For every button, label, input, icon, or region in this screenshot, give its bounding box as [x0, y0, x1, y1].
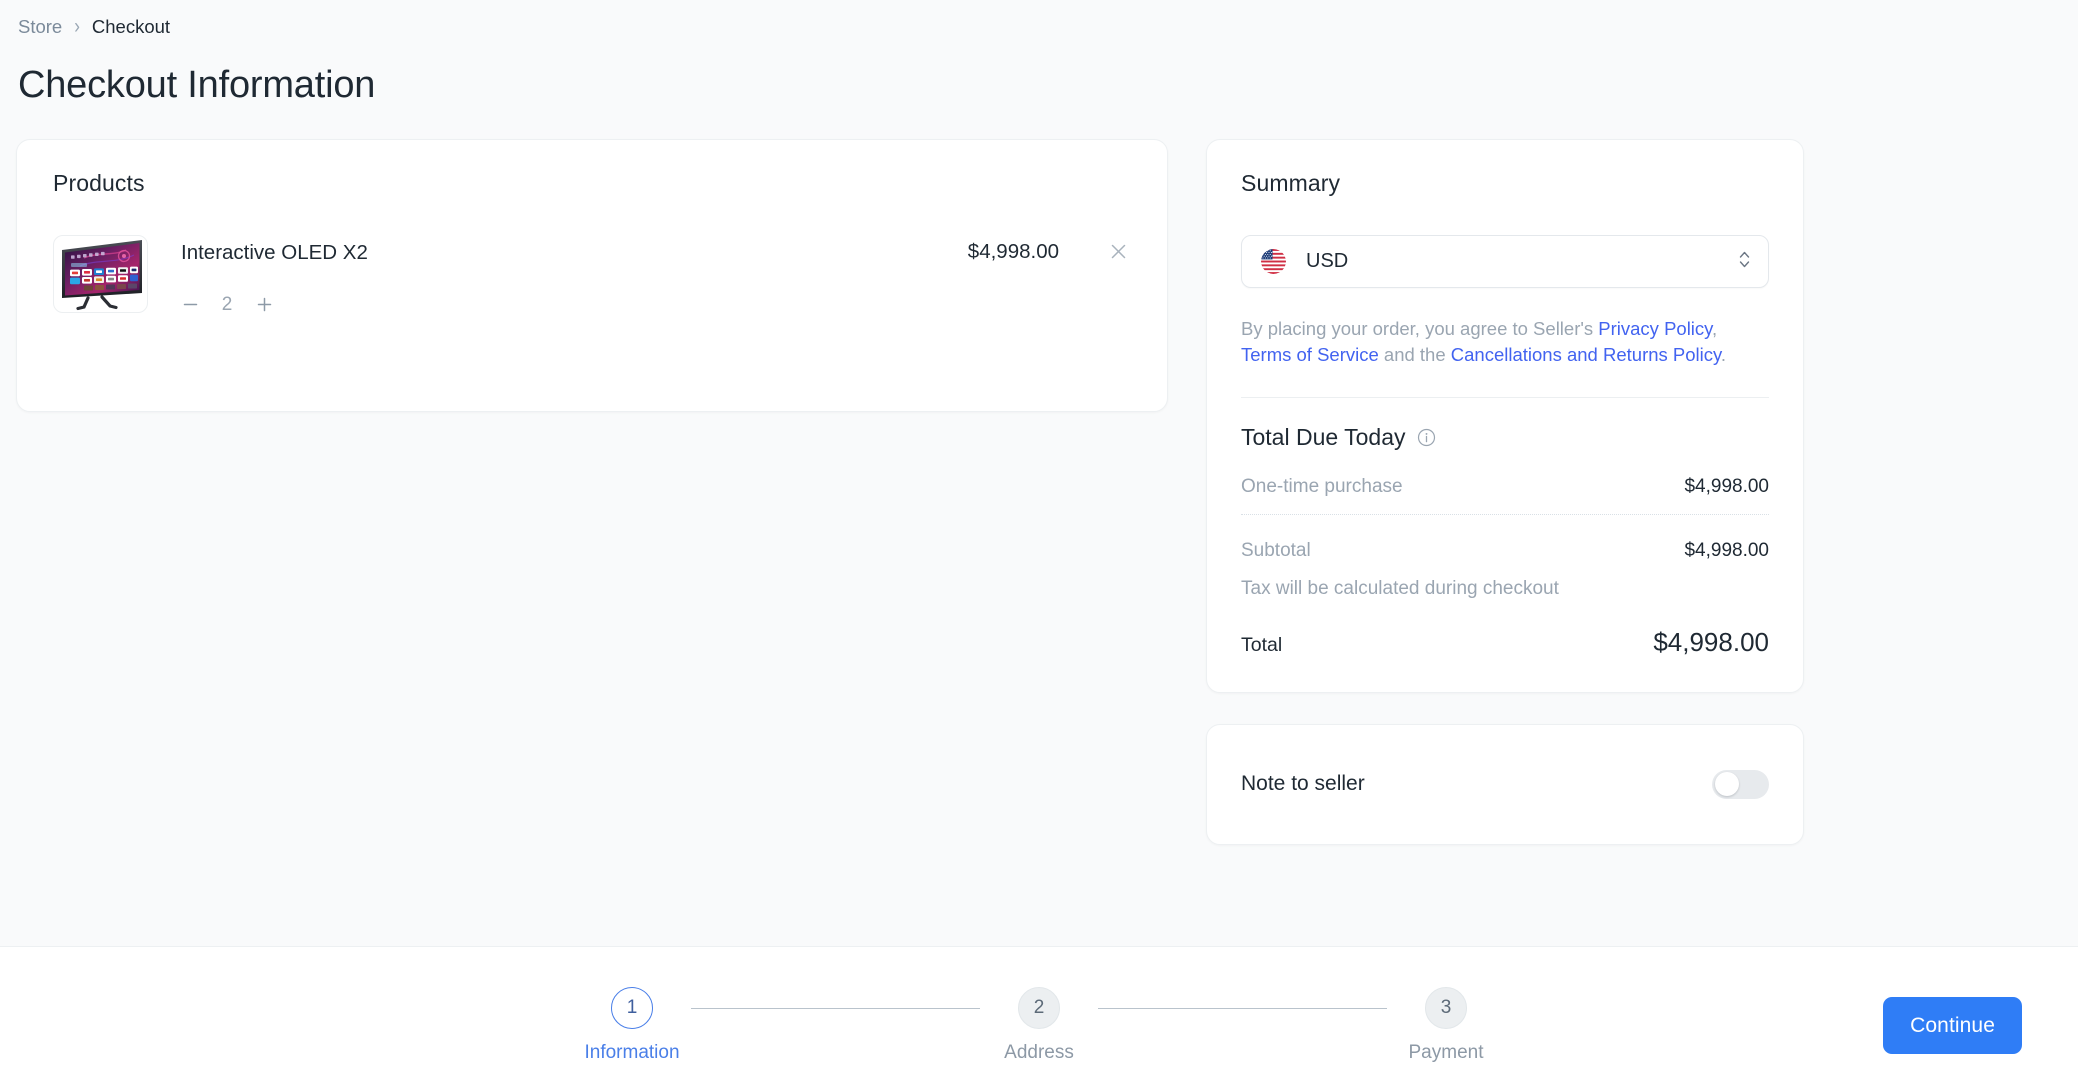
- line-value: $4,998.00: [1684, 539, 1769, 561]
- note-to-seller-label: Note to seller: [1241, 772, 1365, 796]
- breadcrumb-item-checkout: Checkout: [91, 16, 171, 37]
- stepper-step-payment[interactable]: 3 Payment: [1387, 986, 1505, 1064]
- breadcrumb-separator-icon: ›: [74, 14, 80, 39]
- legal-comma: ,: [1712, 318, 1718, 340]
- grand-total-value: $4,998.00: [1653, 626, 1769, 657]
- legal-middle: and the: [1378, 344, 1451, 366]
- step-number: 3: [1425, 986, 1467, 1029]
- total-line-subtotal: Subtotal $4,998.00: [1241, 540, 1769, 562]
- toggle-knob: [1715, 772, 1739, 797]
- info-icon[interactable]: [1417, 428, 1436, 447]
- quantity-value: 2: [221, 293, 233, 315]
- close-icon: [1111, 244, 1125, 258]
- decrease-quantity-button[interactable]: [177, 292, 203, 318]
- page-title: Checkout Information: [18, 64, 376, 107]
- product-details: Interactive OLED X2 $4,998.00 2: [148, 235, 1131, 318]
- checkout-page: Store › Checkout Checkout Information Pr…: [0, 0, 2078, 1089]
- plus-icon: [257, 298, 271, 312]
- page-header: Store › Checkout Checkout Information: [0, 0, 2078, 107]
- oled-tv-icon: [62, 240, 142, 311]
- continue-button[interactable]: Continue: [1883, 997, 2022, 1054]
- products-card: Products Interactive OLED X2 $4,998.00 2: [16, 139, 1168, 413]
- summary-column: Summary USD By placing your order, you a…: [1206, 139, 1804, 845]
- step-label: Information: [584, 1041, 680, 1063]
- privacy-policy-link[interactable]: Privacy Policy: [1598, 318, 1712, 339]
- stepper-step-address[interactable]: 2 Address: [980, 986, 1098, 1064]
- remove-product-button[interactable]: [1105, 238, 1131, 264]
- step-label: Payment: [1408, 1041, 1484, 1063]
- note-to-seller-card: Note to seller: [1206, 723, 1804, 845]
- breadcrumb: Store › Checkout: [16, 14, 2078, 39]
- breadcrumb-item-store[interactable]: Store: [18, 16, 62, 38]
- note-to-seller-toggle[interactable]: [1712, 769, 1769, 799]
- total-due-today-label: Total Due Today: [1241, 423, 1406, 450]
- product-summary-row: Interactive OLED X2 $4,998.00: [181, 239, 1131, 266]
- products-column: Products Interactive OLED X2 $4,998.00 2: [16, 139, 1168, 413]
- product-price: $4,998.00: [967, 240, 1059, 264]
- increase-quantity-button[interactable]: [251, 292, 277, 318]
- main-content: Products Interactive OLED X2 $4,998.00 2…: [0, 107, 2078, 946]
- stepper-connector-2: [1098, 1007, 1387, 1009]
- step-label: Address: [1004, 1041, 1074, 1063]
- currency-selector[interactable]: USD: [1241, 235, 1769, 289]
- summary-card: Summary USD By placing your order, you a…: [1206, 139, 1804, 693]
- summary-heading: Summary: [1241, 170, 1341, 197]
- step-number: 2: [1018, 986, 1060, 1029]
- legal-prefix: By placing your order, you agree to Sell…: [1241, 318, 1599, 340]
- product-thumbnail: [53, 235, 148, 314]
- line-label: Subtotal: [1241, 539, 1311, 561]
- step-number: 1: [611, 986, 653, 1029]
- product-list-item: Interactive OLED X2 $4,998.00 2: [53, 235, 1131, 318]
- tax-note: Tax will be calculated during checkout: [1241, 577, 1559, 599]
- quantity-stepper: 2: [177, 292, 1131, 318]
- legal-suffix: .: [1720, 344, 1727, 366]
- chevron-up-down-icon: [1737, 249, 1752, 275]
- total-due-today-heading: Total Due Today: [1241, 424, 1769, 451]
- summary-divider: [1241, 396, 1769, 398]
- totals-dotted-separator: [1241, 513, 1769, 515]
- line-value: $4,998.00: [1684, 475, 1769, 497]
- legal-agreement-text: By placing your order, you agree to Sell…: [1241, 316, 1753, 369]
- grand-total-label: Total: [1241, 633, 1283, 656]
- products-heading: Products: [53, 170, 145, 197]
- checkout-stepper: 1 Information 2 Address 3 Payment: [0, 973, 2078, 1064]
- cancellations-returns-policy-link[interactable]: Cancellations and Returns Policy: [1451, 344, 1721, 365]
- stepper-connector-1: [691, 1007, 980, 1009]
- terms-of-service-link[interactable]: Terms of Service: [1241, 344, 1379, 365]
- us-flag-icon: [1261, 249, 1286, 275]
- product-name: Interactive OLED X2: [181, 241, 368, 265]
- total-line-one-time-purchase: One-time purchase $4,998.00: [1241, 476, 1769, 498]
- grand-total-row: Total $4,998.00: [1241, 627, 1769, 658]
- stepper-step-information[interactable]: 1 Information: [573, 986, 691, 1064]
- line-label: One-time purchase: [1241, 475, 1403, 497]
- currency-value: USD: [1306, 250, 1349, 273]
- minus-icon: [183, 304, 197, 306]
- checkout-footer: 1 Information 2 Address 3 Payment Contin…: [0, 946, 2078, 1089]
